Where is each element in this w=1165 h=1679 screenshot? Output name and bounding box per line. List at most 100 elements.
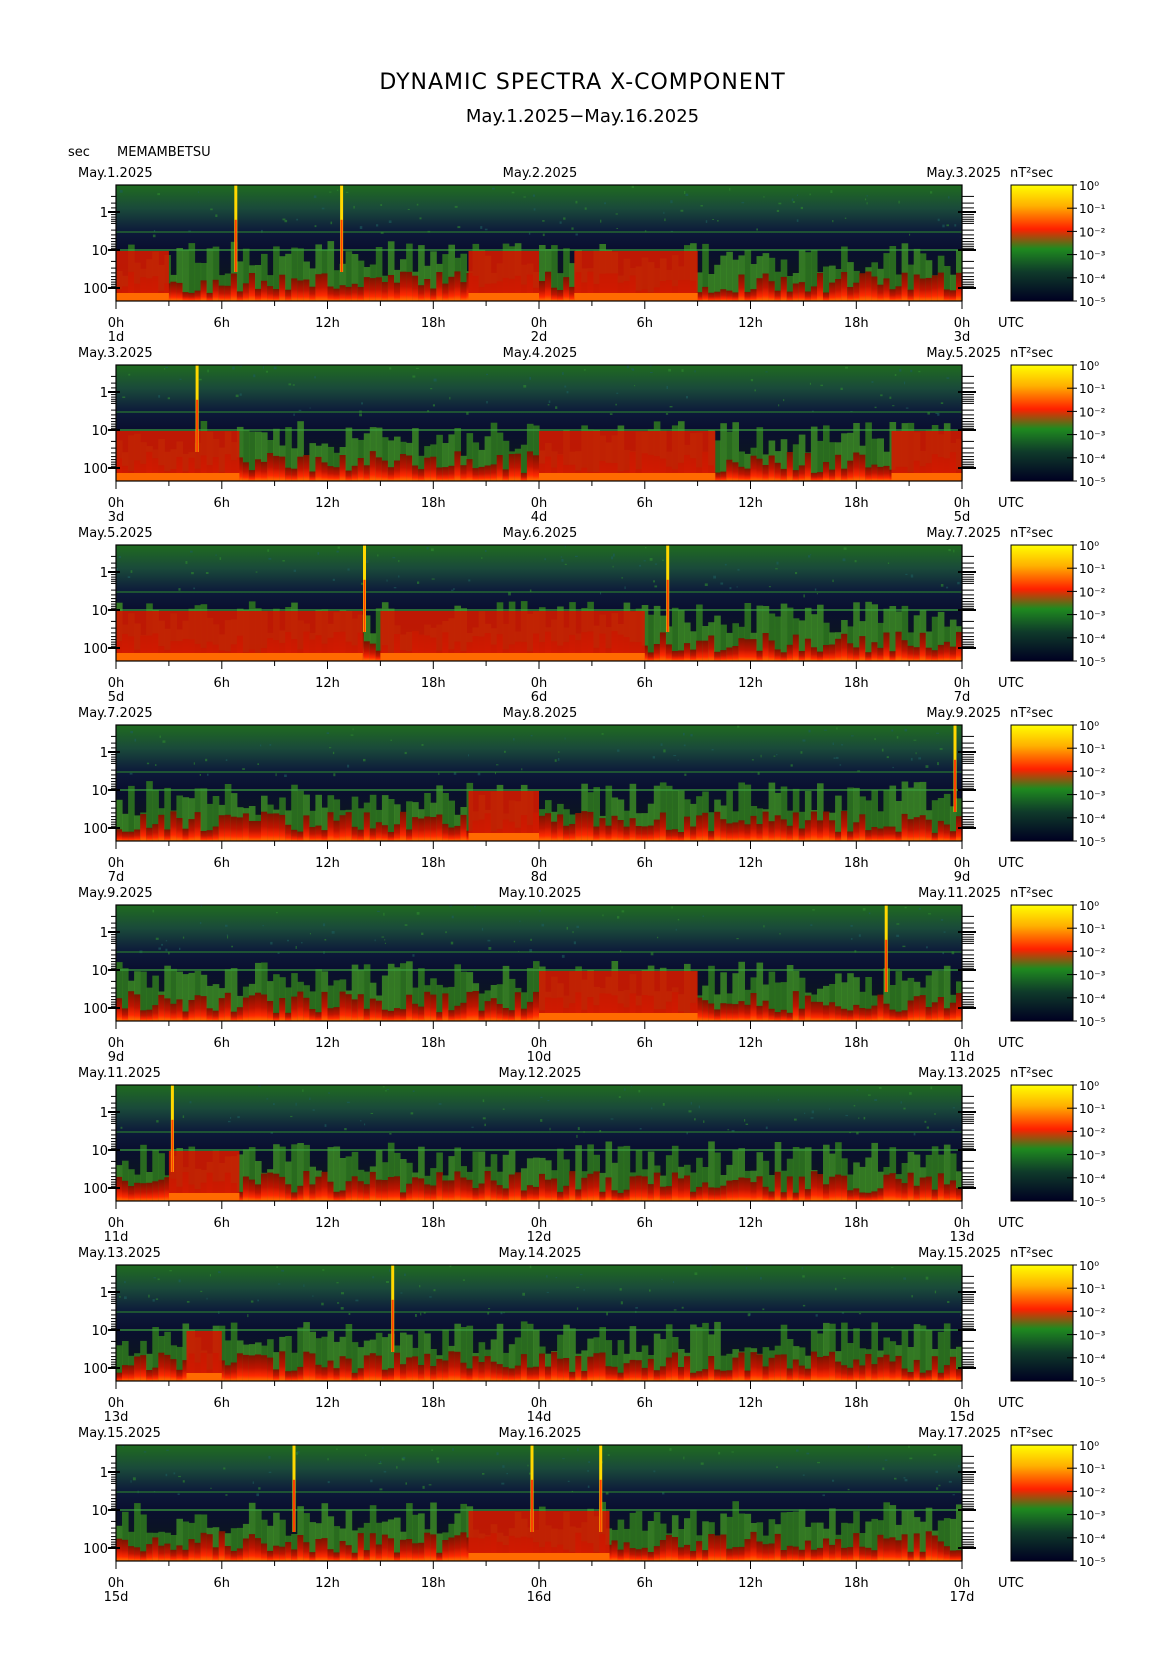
red-column: [913, 996, 921, 1021]
red-column: [762, 1186, 770, 1201]
x-tick-label: 12h: [738, 856, 763, 871]
red-column: [889, 1173, 897, 1201]
red-column: [780, 652, 788, 661]
panel-date-mid: May.6.2025: [503, 526, 578, 541]
red-column: [321, 991, 329, 1021]
red-column: [665, 644, 673, 661]
red-column: [381, 1369, 389, 1381]
noise-cell: [909, 233, 911, 236]
noise-cell: [453, 588, 455, 591]
noise-cell: [158, 947, 161, 950]
red-column: [134, 1547, 141, 1561]
noise-cell: [688, 1110, 692, 1113]
noise-cell: [293, 569, 296, 572]
noise-cell: [845, 366, 848, 369]
red-column: [400, 1539, 407, 1561]
day-label-mid: 16d: [527, 1590, 552, 1605]
noise-cell: [347, 764, 350, 768]
noise-cell: [198, 378, 202, 381]
noise-cell: [486, 401, 488, 404]
red-column: [780, 1550, 788, 1561]
x-tick-label: 0h: [108, 316, 125, 331]
red-column: [919, 815, 927, 841]
red-column: [472, 1188, 480, 1201]
red-column: [823, 1355, 830, 1381]
red-column: [369, 998, 377, 1021]
red-column: [877, 466, 884, 481]
noise-cell: [162, 740, 166, 743]
red-column: [369, 1171, 377, 1201]
red-column: [943, 1546, 951, 1561]
red-column: [817, 1357, 824, 1381]
red-column: [714, 1187, 721, 1201]
red-column: [841, 272, 848, 301]
noise-cell: [190, 550, 193, 553]
red-column: [702, 286, 709, 301]
noise-cell: [850, 925, 853, 927]
red-column: [412, 275, 419, 301]
red-column: [817, 820, 824, 841]
red-column: [847, 1010, 854, 1021]
noise-cell: [615, 213, 618, 215]
noise-cell: [331, 931, 335, 934]
noise-cell: [783, 399, 785, 402]
y-tick-label: 100: [83, 462, 108, 477]
noise-cell: [511, 191, 515, 194]
red-column: [889, 826, 897, 841]
red-column: [496, 1004, 504, 1021]
noise-cell: [802, 739, 806, 742]
red-column: [907, 1172, 915, 1201]
red-column: [146, 1370, 153, 1381]
red-column: [756, 1541, 764, 1561]
noise-cell: [267, 549, 270, 552]
noise-cell: [847, 1488, 850, 1491]
red-column: [345, 1181, 353, 1201]
red-column: [267, 1550, 274, 1561]
red-column: [720, 819, 727, 841]
noise-cell: [587, 1470, 589, 1472]
panel-date-mid: May.8.2025: [503, 706, 578, 721]
red-column: [224, 285, 232, 301]
noise-cell: [225, 924, 228, 927]
red-column: [418, 818, 425, 841]
red-column: [158, 994, 165, 1021]
x-tick-label: 18h: [421, 1396, 446, 1411]
red-column: [430, 1185, 437, 1201]
red-column: [122, 1539, 129, 1561]
noise-cell: [809, 193, 811, 196]
x-tick-label: 6h: [636, 1216, 653, 1231]
red-column: [853, 1533, 860, 1561]
red-column: [303, 1542, 310, 1561]
noise-cell: [416, 203, 419, 206]
noise-cell: [282, 560, 285, 562]
red-column: [744, 1370, 752, 1381]
noise-cell: [939, 748, 943, 750]
red-column: [267, 813, 274, 841]
red-column: [285, 824, 292, 841]
red-column: [708, 1356, 715, 1381]
red-column: [671, 829, 679, 841]
noise-cell: [502, 1465, 505, 1468]
noise-cell: [694, 1272, 698, 1275]
noise-cell: [232, 366, 235, 370]
red-column: [170, 281, 177, 301]
red-column: [242, 1176, 250, 1201]
red-column: [804, 291, 812, 301]
red-column: [406, 1183, 413, 1201]
x-unit-label: UTC: [998, 1216, 1024, 1231]
red-column: [768, 821, 776, 841]
noise-cell: [146, 762, 150, 765]
red-column: [665, 1534, 673, 1561]
noise-cell: [616, 228, 618, 229]
red-column: [533, 1366, 540, 1381]
red-column: [871, 1005, 878, 1021]
red-column: [400, 1364, 407, 1381]
red-column: [901, 1183, 909, 1201]
noise-cell: [584, 207, 587, 210]
red-column: [804, 1540, 812, 1561]
red-column: [629, 1548, 637, 1561]
red-column: [430, 1534, 437, 1561]
red-column: [134, 1182, 141, 1201]
red-column: [919, 1551, 927, 1561]
red-column: [508, 454, 516, 481]
